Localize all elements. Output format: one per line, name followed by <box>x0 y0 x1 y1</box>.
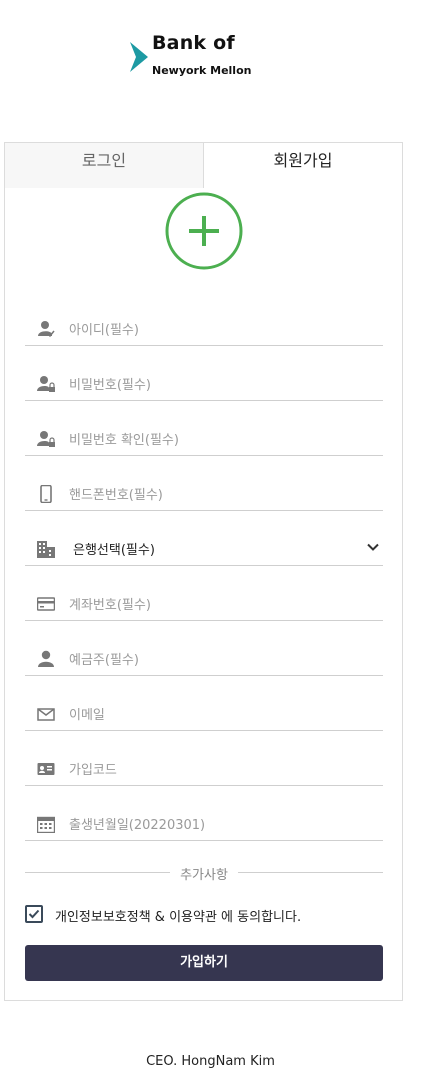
signup-submit-button[interactable]: 가입하기 <box>25 945 383 981</box>
account-number-placeholder: 계좌번호(필수) <box>69 598 151 613</box>
join-code-placeholder: 가입코드 <box>69 763 117 778</box>
check-icon <box>28 909 40 919</box>
chevron-down-icon <box>367 543 379 551</box>
bank-select[interactable]: 은행선택(필수) <box>25 531 383 566</box>
password-confirm-field[interactable]: 비밀번호 확인(필수) <box>25 421 383 456</box>
bank-logo: Bank of Newyork Mellon <box>130 32 270 82</box>
terms-checkbox[interactable] <box>25 905 43 923</box>
password-confirm-placeholder: 비밀번호 확인(필수) <box>69 433 179 448</box>
auth-tabs: 로그인 회원가입 <box>5 143 402 188</box>
credit-card-icon <box>37 597 55 611</box>
account-holder-field[interactable]: 예금주(필수) <box>25 641 383 676</box>
password-field[interactable]: 비밀번호(필수) <box>25 366 383 401</box>
envelope-icon <box>37 708 55 721</box>
birthdate-placeholder: 출생년월일(20220301) <box>69 818 206 833</box>
id-card-icon <box>37 763 55 775</box>
join-code-field[interactable]: 가입코드 <box>25 751 383 786</box>
account-holder-placeholder: 예금주(필수) <box>69 653 139 668</box>
email-placeholder: 이메일 <box>69 708 105 723</box>
auth-card: 로그인 회원가입 아이디(필수) 비밀번호(필수) 비밀번호 확인(필수) 핸드… <box>4 142 403 1001</box>
phone-icon <box>40 485 52 503</box>
tab-signup[interactable]: 회원가입 <box>204 143 402 188</box>
extra-divider: 추가사항 <box>25 862 383 883</box>
user-icon <box>38 650 54 667</box>
account-number-field[interactable]: 계좌번호(필수) <box>25 586 383 621</box>
bank-select-value: 은행선택(필수) <box>73 543 155 558</box>
calendar-icon <box>37 816 55 833</box>
user-id-field[interactable]: 아이디(필수) <box>25 311 383 346</box>
building-icon <box>37 541 55 558</box>
logo-line1: Bank of <box>152 32 235 54</box>
email-field[interactable]: 이메일 <box>25 696 383 731</box>
password-placeholder: 비밀번호(필수) <box>69 378 151 393</box>
birthdate-field[interactable]: 출생년월일(20220301) <box>25 806 383 841</box>
extra-label: 추가사항 <box>170 868 238 883</box>
terms-agree[interactable]: 개인정보보호정책 & 이용약관 에 동의합니다. <box>25 903 385 927</box>
user-lock-icon <box>37 376 55 392</box>
user-check-icon <box>38 321 55 338</box>
phone-placeholder: 핸드폰번호(필수) <box>69 488 163 503</box>
logo-mark-icon <box>130 42 148 72</box>
add-profile-icon[interactable] <box>165 192 243 270</box>
terms-label: 개인정보보호정책 & 이용약관 에 동의합니다. <box>55 910 302 925</box>
tab-login[interactable]: 로그인 <box>5 143 204 188</box>
user-id-placeholder: 아이디(필수) <box>69 323 139 338</box>
user-lock-icon <box>37 431 55 447</box>
footer-ceo: CEO. HongNam Kim <box>146 1054 275 1069</box>
phone-field[interactable]: 핸드폰번호(필수) <box>25 476 383 511</box>
logo-line2: Newyork Mellon <box>152 64 252 77</box>
